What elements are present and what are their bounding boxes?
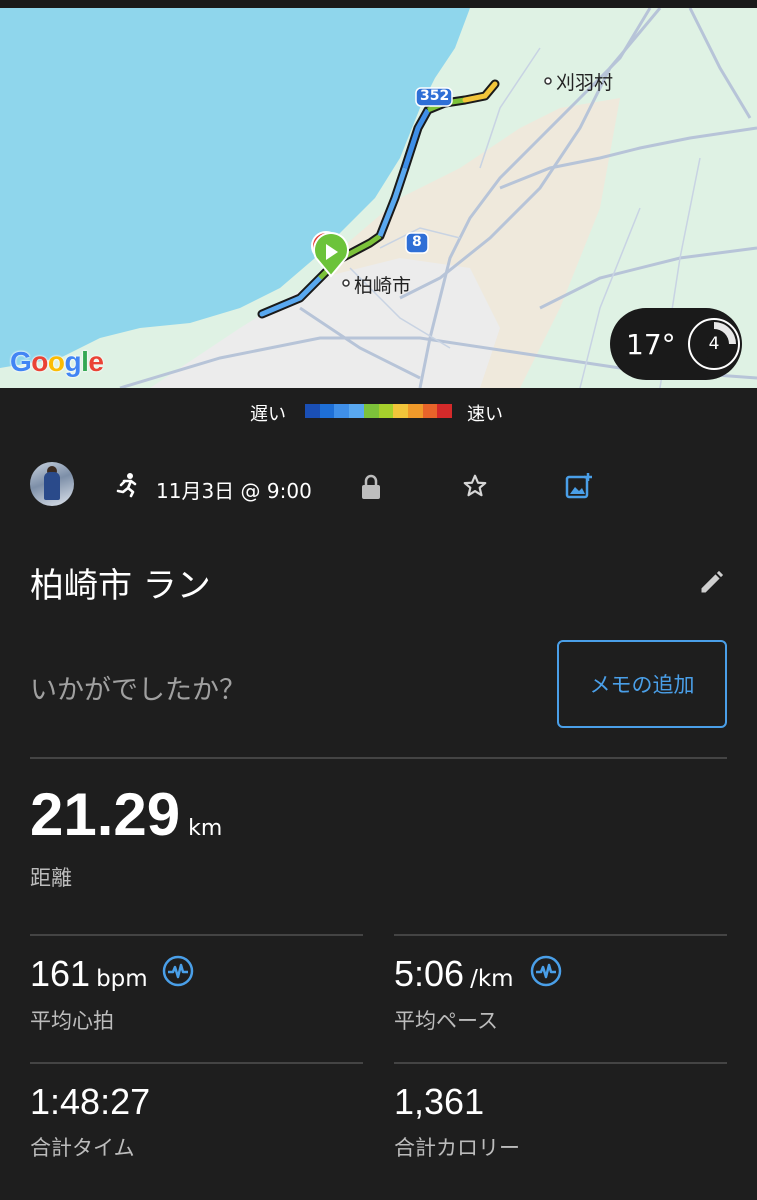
highway-8-label: 8 (412, 234, 422, 250)
heart-rate-label: 平均心拍 (30, 1009, 114, 1033)
notes-prompt: いかがでしたか？ (30, 675, 246, 706)
activity-date: 11月3日 @ 9:00 (156, 479, 312, 503)
wind-speed-indicator: 4 (688, 318, 740, 370)
legend-slow-label: 遅い (250, 404, 286, 425)
heart-rate-unit: bpm (96, 966, 148, 992)
distance-value: 21.29 (30, 781, 181, 848)
status-bar (0, 0, 757, 8)
calories-value: 1,361 (394, 1081, 485, 1122)
heart-rate-stat: 161 bpm (30, 953, 148, 995)
temperature: 17° (626, 327, 676, 361)
pace-legend: 遅い 速い (0, 400, 757, 425)
divider (30, 1062, 363, 1064)
calories-stat: 1,361 (394, 1081, 484, 1123)
total-time-stat: 1:48:27 (30, 1081, 150, 1123)
pace-color-scale (305, 404, 453, 418)
pace-color-swatch (363, 404, 379, 418)
pace-color-swatch (393, 404, 408, 418)
edit-pencil-icon[interactable] (698, 568, 726, 596)
divider (394, 1062, 727, 1064)
pace-stat: 5:06/km (394, 953, 514, 995)
pace-color-swatch (378, 404, 394, 418)
pace-chart-icon[interactable] (530, 955, 562, 987)
distance-label: 距離 (30, 866, 72, 890)
pace-value: 5:06 (394, 953, 465, 994)
distance-unit: km (188, 816, 223, 841)
add-photo-icon[interactable] (564, 471, 594, 501)
pace-color-swatch (349, 404, 364, 418)
heart-rate-value: 161 (30, 953, 91, 994)
pace-color-swatch (437, 404, 453, 418)
pace-color-swatch (319, 404, 335, 418)
legend-fast-label: 速い (467, 404, 503, 425)
divider (30, 934, 363, 936)
lock-icon[interactable] (360, 474, 382, 500)
pace-unit: /km (470, 966, 514, 992)
add-memo-button[interactable]: メモの追加 (557, 640, 727, 728)
activity-title: 柏崎市 ラン (30, 566, 211, 606)
divider (30, 757, 727, 759)
running-icon (116, 473, 137, 498)
avatar[interactable] (30, 462, 74, 506)
activity-meta-row: 11月3日 @ 9:00 (0, 462, 757, 510)
place-label-kashiwazaki: 柏崎市 (354, 275, 412, 297)
heart-rate-chart-icon[interactable] (162, 955, 194, 987)
pace-color-swatch (407, 404, 423, 418)
distance-stat: 21.29 km (30, 780, 222, 849)
google-logo: Google (10, 346, 104, 377)
calories-label: 合計カロリー (394, 1136, 520, 1160)
star-icon[interactable] (462, 473, 488, 499)
pace-color-swatch (305, 404, 320, 418)
weather-badge: 17° 4 (610, 308, 742, 380)
total-time-label: 合計タイム (30, 1136, 135, 1160)
wind-value: 4 (708, 334, 720, 354)
total-time-value: 1:48:27 (30, 1081, 151, 1122)
pace-color-swatch (422, 404, 438, 418)
highway-352-label: 352 (420, 88, 450, 104)
route-map[interactable]: 352 8 刈羽村 柏崎市 Google 17° 4 (0, 8, 757, 388)
place-label-kariwa: 刈羽村 (556, 72, 614, 94)
pace-color-swatch (334, 404, 350, 418)
pace-label: 平均ペース (394, 1009, 498, 1033)
divider (394, 934, 727, 936)
